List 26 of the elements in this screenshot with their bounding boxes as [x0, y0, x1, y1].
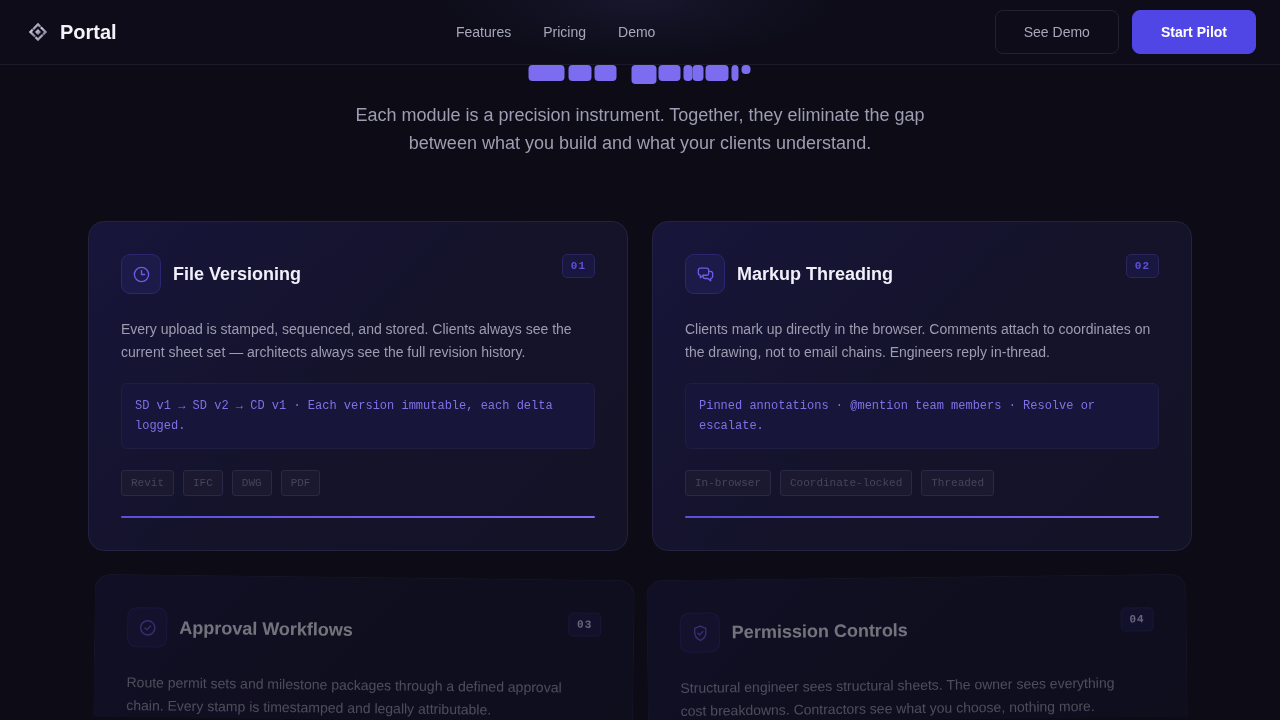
clock-icon [121, 254, 161, 294]
module-description: cost breakdowns. Contractors see what you choose, nothing more. [680, 696, 1096, 720]
primary-button[interactable]: Start Pilot [1131, 10, 1256, 54]
nav-link[interactable]: Pricing [543, 24, 587, 40]
module-title: Approval Workflows [179, 617, 355, 642]
logo-icon[interactable] [28, 22, 48, 42]
spec-note: Pinned annotations · @mention team members · Resolve or escalate. [685, 383, 1159, 449]
module-title: Permission Controls [731, 618, 909, 643]
module-title: File Versioning [173, 263, 303, 285]
module-number: 03 [567, 612, 602, 637]
hero-subtitle: Each module is a precision instrument. Together, they eliminate the gap between what you build and what your clients understand. [354, 104, 926, 155]
outline-button[interactable]: See Demo [994, 10, 1119, 54]
module-number: 01 [561, 254, 595, 278]
nav-link[interactable]: Features [456, 24, 512, 40]
module-description: Route permit sets and milestone packages through a defined approval chain. Every stamp is timestamped and legally attributable. [126, 673, 563, 720]
module-description: Every upload is stamped, sequenced, and stored. Clients always see the current sheet set — architects always see the full revision history. [121, 320, 573, 362]
shield-check-icon [679, 612, 721, 653]
nav-link[interactable]: Demo [618, 24, 656, 40]
brand-name: Portal [60, 20, 117, 44]
module-description: Clients mark up directly in the browser. Comments attach to coordinates on the drawing, not to email chains. Engineers reply in-thread. [685, 320, 1152, 362]
module-title: Markup Threading [737, 263, 894, 285]
spec-note: SD v1 → SD v2 → CD v1 · Each version immutable, each delta logged. [121, 383, 595, 449]
chat-bubbles-icon [685, 254, 725, 294]
module-number: 02 [1125, 254, 1159, 278]
module-description: Structural engineer sees structural sheets. The owner sees everything [680, 673, 1116, 698]
module-number: 04 [1120, 607, 1154, 632]
